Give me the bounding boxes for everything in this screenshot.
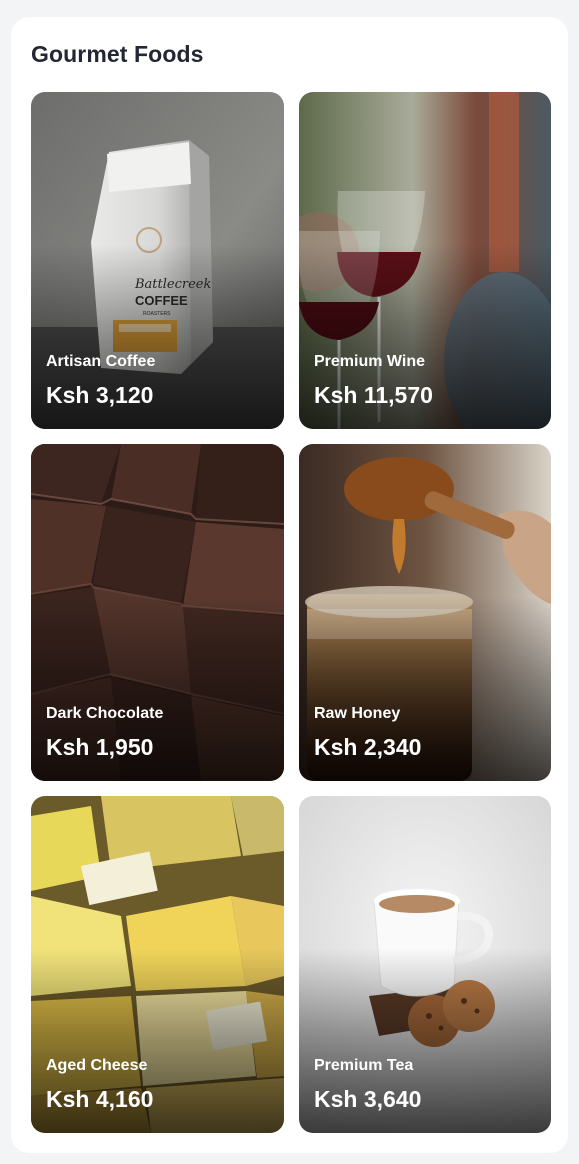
product-card-aged-cheese[interactable]: Aged Cheese Ksh 4,160 bbox=[31, 796, 284, 1133]
product-name: Raw Honey bbox=[314, 705, 401, 722]
product-card-premium-tea[interactable]: Premium Tea Ksh 3,640 bbox=[299, 796, 551, 1133]
product-price: Ksh 11,570 bbox=[314, 382, 433, 408]
product-price: Ksh 3,640 bbox=[314, 1086, 422, 1112]
product-price: Ksh 2,340 bbox=[314, 734, 422, 760]
product-card-artisan-coffee[interactable]: Battlecreek COFFEE ROASTERS Artisan Coff… bbox=[31, 92, 284, 429]
product-price: Ksh 1,950 bbox=[46, 734, 154, 760]
product-card-dark-chocolate[interactable]: Dark Chocolate Ksh 1,950 bbox=[31, 444, 284, 781]
product-grid: Battlecreek COFFEE ROASTERS Artisan Coff… bbox=[31, 92, 551, 1133]
product-name: Aged Cheese bbox=[46, 1057, 148, 1074]
product-name: Premium Wine bbox=[314, 353, 425, 370]
product-price: Ksh 3,120 bbox=[46, 382, 154, 408]
product-name: Premium Tea bbox=[314, 1057, 414, 1074]
product-price: Ksh 4,160 bbox=[46, 1086, 154, 1112]
product-name: Dark Chocolate bbox=[46, 705, 164, 722]
product-card-raw-honey[interactable]: Raw Honey Ksh 2,340 bbox=[299, 444, 551, 781]
gourmet-foods-panel: Gourmet Foods Artisan Coffee Ksh 3,120 P… bbox=[11, 17, 568, 1153]
product-name: Artisan Coffee bbox=[46, 353, 156, 370]
product-card-premium-wine[interactable]: Premium Wine Ksh 11,570 bbox=[299, 92, 551, 429]
section-title: Gourmet Foods bbox=[31, 41, 204, 67]
